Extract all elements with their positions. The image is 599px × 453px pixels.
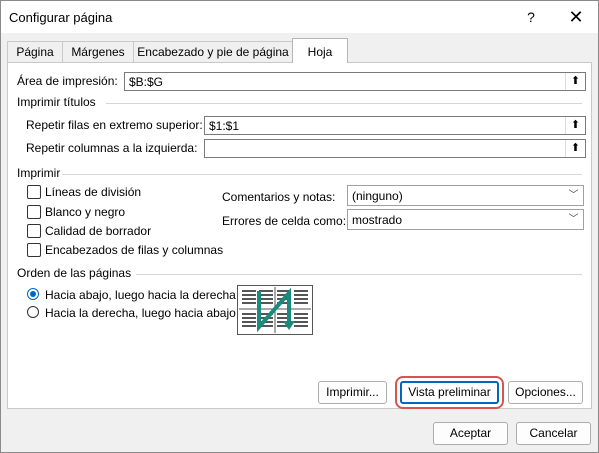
options-button[interactable]: Opciones... bbox=[508, 381, 583, 404]
print-preview-button[interactable]: Vista preliminar bbox=[395, 376, 504, 409]
close-icon[interactable]: ✕ bbox=[561, 5, 591, 29]
collapse-dialog-icon[interactable]: ⬆ bbox=[565, 117, 585, 134]
black-white-checkbox[interactable] bbox=[27, 205, 41, 219]
divider bbox=[62, 174, 582, 175]
divider bbox=[136, 274, 582, 275]
print-area-value: $B:$G bbox=[129, 75, 164, 89]
collapse-dialog-icon[interactable]: ⬆ bbox=[565, 73, 585, 90]
tab-strip: Página Márgenes Encabezado y pie de pági… bbox=[1, 38, 598, 63]
divider bbox=[106, 103, 582, 104]
page-order-diagram bbox=[237, 285, 313, 335]
tab-encabezado[interactable]: Encabezado y pie de página bbox=[133, 41, 293, 63]
repeat-rows-field[interactable]: $1:$1 ⬆ bbox=[204, 116, 586, 135]
tab-pagina[interactable]: Página bbox=[7, 41, 63, 63]
draft-quality-label: Calidad de borrador bbox=[45, 224, 152, 238]
comments-dropdown[interactable]: (ninguno) ﹀ bbox=[347, 185, 584, 206]
gridlines-label: Líneas de división bbox=[45, 185, 142, 199]
repeat-rows-value: $1:$1 bbox=[209, 119, 240, 133]
chevron-down-icon[interactable]: ﹀ bbox=[564, 186, 583, 205]
repeat-cols-field[interactable]: ⬆ bbox=[204, 139, 586, 158]
title-bar: Configurar página ? ✕ bbox=[1, 1, 598, 33]
errors-value: mostrado bbox=[352, 213, 403, 227]
print-titles-section: Imprimir títulos bbox=[17, 95, 96, 109]
errors-dropdown[interactable]: mostrado ﹀ bbox=[347, 209, 584, 230]
chevron-down-icon[interactable]: ﹀ bbox=[564, 210, 583, 229]
print-section: Imprimir bbox=[17, 166, 61, 180]
repeat-rows-label: Repetir filas en extremo superior: bbox=[26, 118, 203, 132]
tab-hoja[interactable]: Hoja bbox=[292, 38, 348, 63]
over-then-down-radio[interactable] bbox=[27, 306, 39, 318]
repeat-cols-label: Repetir columnas a la izquierda: bbox=[26, 141, 198, 155]
draft-quality-checkbox[interactable] bbox=[27, 224, 41, 238]
errors-label: Errores de celda como: bbox=[222, 214, 347, 228]
gridlines-checkbox[interactable] bbox=[27, 185, 41, 199]
down-then-over-radio[interactable] bbox=[27, 288, 39, 300]
tab-margenes[interactable]: Márgenes bbox=[62, 41, 134, 63]
row-col-headings-label: Encabezados de filas y columnas bbox=[45, 243, 224, 257]
cancel-button[interactable]: Cancelar bbox=[516, 422, 591, 445]
black-white-label: Blanco y negro bbox=[45, 205, 126, 219]
question-mark-icon[interactable]: ? bbox=[516, 5, 546, 29]
page-order-section: Orden de las páginas bbox=[17, 266, 132, 280]
row-col-headings-checkbox[interactable] bbox=[27, 243, 41, 257]
comments-value: (ninguno) bbox=[352, 189, 403, 203]
comments-label: Comentarios y notas: bbox=[222, 190, 336, 204]
print-area-label: Área de impresión: bbox=[17, 74, 118, 88]
sheet-panel: Área de impresión: $B:$G ⬆ Imprimir títu… bbox=[7, 62, 592, 409]
down-then-over-label: Hacia abajo, luego hacia la derecha bbox=[45, 288, 236, 302]
collapse-dialog-icon[interactable]: ⬆ bbox=[565, 140, 585, 157]
dialog-title: Configurar página bbox=[9, 10, 113, 25]
page-setup-dialog: Configurar página ? ✕ Página Márgenes En… bbox=[0, 0, 599, 453]
accept-button[interactable]: Aceptar bbox=[433, 422, 508, 445]
print-area-field[interactable]: $B:$G ⬆ bbox=[124, 72, 586, 91]
print-button[interactable]: Imprimir... bbox=[318, 381, 387, 404]
over-then-down-label: Hacia la derecha, luego hacia abajo bbox=[45, 306, 236, 320]
